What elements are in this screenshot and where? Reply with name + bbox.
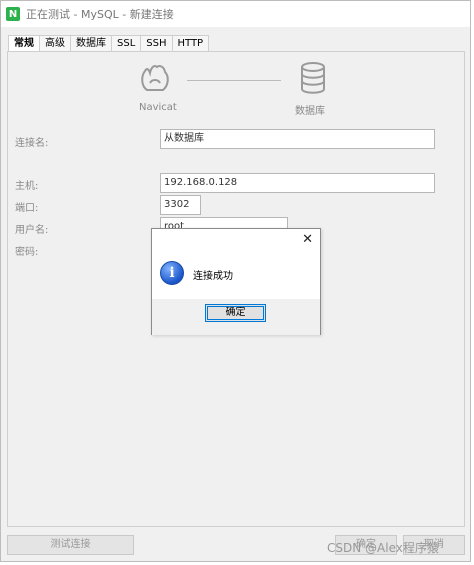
test-connection-button[interactable]: 测试连接 [7,535,134,555]
navicat-app-icon: N [6,7,20,21]
navicat-label: Navicat [139,102,177,113]
window-title: 正在测试 - MySQL - 新建连接 [26,8,174,21]
dialog-ok-button[interactable]: 确定 [205,304,266,322]
tab-database[interactable]: 数据库 [70,35,112,51]
dialog-message: 连接成功 [193,271,233,282]
tab-ssl[interactable]: SSL [111,35,142,51]
connection-diagram: Navicat 数据库 [137,61,337,117]
close-icon[interactable]: ✕ [302,233,313,247]
password-label: 密码: [15,247,39,258]
connection-window: N 正在测试 - MySQL - 新建连接 常规 高级 数据库 SSL SSH … [0,0,471,562]
tab-bar: 常规 高级 数据库 SSL SSH HTTP [8,35,210,52]
connection-name-input[interactable]: 从数据库 [160,129,435,149]
tab-general[interactable]: 常规 [8,35,40,52]
info-icon: i [160,261,184,285]
database-label: 数据库 [295,106,325,117]
title-bar: N 正在测试 - MySQL - 新建连接 [1,1,470,27]
success-dialog: ✕ i 连接成功 确定 [151,228,321,335]
username-label: 用户名: [15,225,49,236]
connection-name-label: 连接名: [15,138,49,149]
dialog-footer: 确定 [152,299,320,335]
port-label: 端口: [15,203,39,214]
connection-line [187,80,281,81]
tab-http[interactable]: HTTP [171,35,210,51]
host-label: 主机: [15,181,39,192]
port-input[interactable]: 3302 [160,195,201,215]
host-input[interactable]: 192.168.0.128 [160,173,435,193]
watermark: CSDN @Alex程序猿 [327,541,439,555]
tab-ssh[interactable]: SSH [140,35,173,51]
tab-advanced[interactable]: 高级 [39,35,71,51]
dialog-body: i 连接成功 [152,253,320,303]
database-icon [295,61,331,95]
navicat-logo-icon [137,61,173,95]
